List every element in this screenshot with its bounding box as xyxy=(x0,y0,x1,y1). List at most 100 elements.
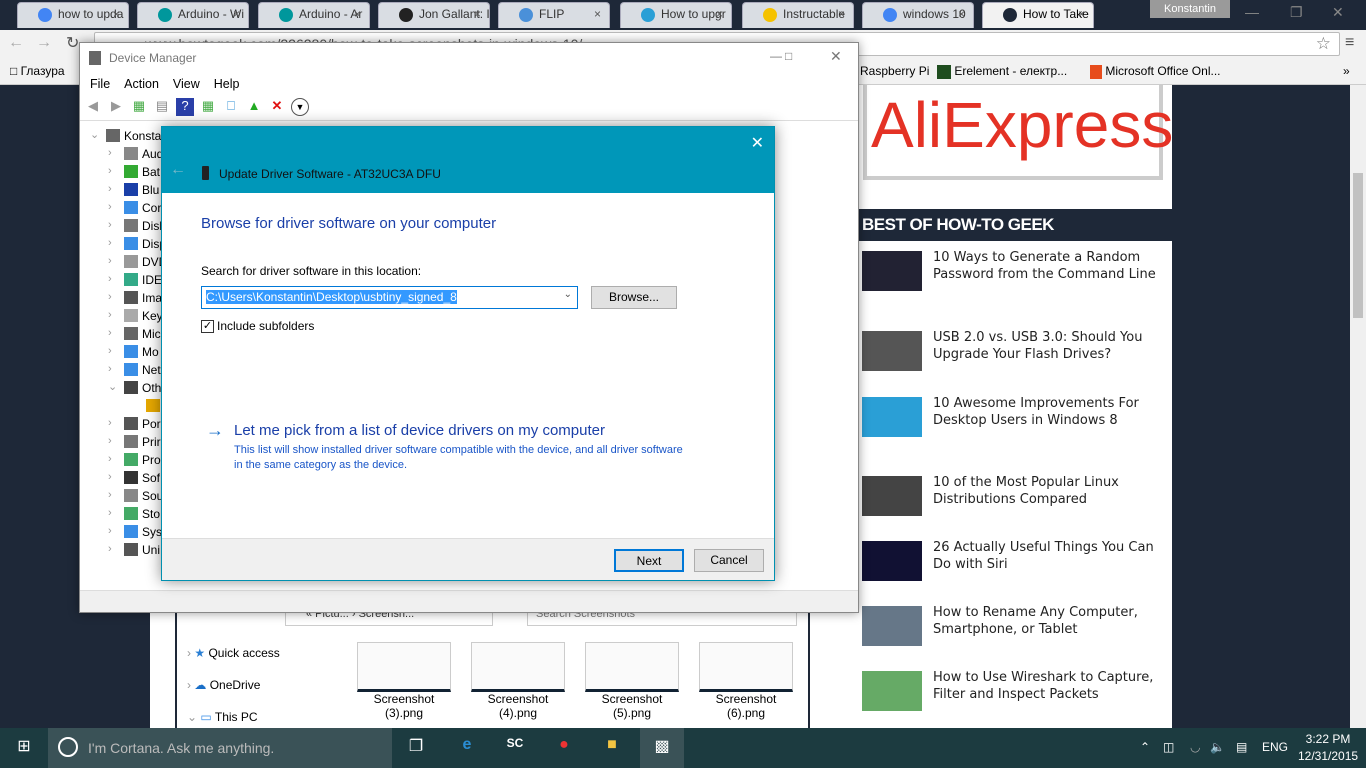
browser-tab[interactable]: Instructable× xyxy=(742,2,854,28)
chevron-right-icon[interactable]: › xyxy=(108,165,112,177)
properties-icon[interactable]: ▤ xyxy=(153,98,171,116)
menu-help[interactable]: Help xyxy=(214,77,240,91)
browser-tab[interactable]: How to Take× xyxy=(982,2,1094,28)
article-thumbnail[interactable] xyxy=(862,251,922,291)
browser-tab[interactable]: windows 10× xyxy=(862,2,974,28)
back-arrow-icon[interactable]: ← xyxy=(170,161,186,179)
close-icon[interactable]: ✕ xyxy=(830,48,842,65)
browser-tab[interactable]: How to upgr× xyxy=(620,2,732,28)
uninstall-icon[interactable]: ✕ xyxy=(268,98,286,116)
chevron-right-icon[interactable]: › xyxy=(108,201,112,213)
browser-tab[interactable]: Arduino - Wi× xyxy=(137,2,249,28)
nav-onedrive[interactable]: › ☁ OneDrive xyxy=(187,678,260,692)
tab-close-icon[interactable]: × xyxy=(113,7,120,21)
file-explorer-icon[interactable]: ■ xyxy=(600,736,624,760)
file-item[interactable]: Screenshot(5).png xyxy=(585,642,679,720)
article-thumbnail[interactable] xyxy=(862,331,922,371)
chevron-right-icon[interactable]: › xyxy=(108,345,112,357)
close-icon[interactable]: ✕ xyxy=(751,133,764,153)
file-item[interactable]: Screenshot(3).png xyxy=(357,642,451,720)
chevron-right-icon[interactable]: › xyxy=(108,291,112,303)
chrome-icon[interactable]: ● xyxy=(552,736,576,760)
chevron-right-icon[interactable]: › xyxy=(108,147,112,159)
task-view-icon[interactable]: ❐ xyxy=(404,736,428,760)
volume-icon[interactable]: 🔈 xyxy=(1210,740,1225,754)
wifi-icon[interactable]: ◡ xyxy=(1190,740,1200,754)
chevron-right-icon[interactable]: › xyxy=(108,417,112,429)
tab-close-icon[interactable]: × xyxy=(354,7,361,21)
dialog-header[interactable]: ← Update Driver Software - AT32UC3A DFU … xyxy=(162,127,774,193)
next-button[interactable]: Next xyxy=(614,549,684,572)
chevron-right-icon[interactable]: › xyxy=(108,435,112,447)
tab-close-icon[interactable]: × xyxy=(838,7,845,21)
chevron-right-icon[interactable]: › xyxy=(108,543,112,555)
disable-icon[interactable]: ▼ xyxy=(291,98,309,116)
chevron-right-icon[interactable]: › xyxy=(108,363,112,375)
forward-icon[interactable]: → xyxy=(36,34,52,52)
help-icon[interactable]: ? xyxy=(176,98,194,116)
device-manager-taskbar-icon[interactable]: ▩ xyxy=(640,728,684,768)
language-indicator[interactable]: ENG xyxy=(1262,740,1288,754)
title-bar[interactable]: Device Manager — □ ✕ xyxy=(80,43,858,73)
more-bookmarks[interactable]: » xyxy=(1343,64,1350,78)
chevron-right-icon[interactable]: › xyxy=(108,255,112,267)
back-icon[interactable]: ◀ xyxy=(84,98,102,116)
browser-tab[interactable]: Arduino - Ar× xyxy=(258,2,370,28)
show-hidden-icons[interactable]: ⌃ xyxy=(1140,740,1150,754)
include-subfolders-label[interactable]: Include subfolders xyxy=(217,319,314,333)
file-item[interactable]: Screenshot(4).png xyxy=(471,642,565,720)
action-pane-icon[interactable]: ▦ xyxy=(199,98,217,116)
chevron-right-icon[interactable]: › xyxy=(108,489,112,501)
menu-action[interactable]: Action xyxy=(124,77,159,91)
chevron-down-icon[interactable]: ⌄ xyxy=(564,289,572,300)
show-hide-console-tree-icon[interactable]: ▦ xyxy=(130,98,148,116)
include-subfolders-checkbox[interactable]: ✓ xyxy=(201,320,214,333)
scan-hardware-icon[interactable]: ⎕ xyxy=(222,98,240,116)
article-thumbnail[interactable] xyxy=(862,541,922,581)
tab-close-icon[interactable]: × xyxy=(594,7,601,21)
article-thumbnail[interactable] xyxy=(862,606,922,646)
tab-close-icon[interactable]: × xyxy=(1078,7,1085,21)
cortana-search[interactable]: I'm Cortana. Ask me anything. xyxy=(48,728,392,768)
profile-button[interactable]: Konstantin xyxy=(1150,0,1230,18)
article-thumbnail[interactable] xyxy=(862,397,922,437)
tab-close-icon[interactable]: × xyxy=(233,7,240,21)
reload-icon[interactable]: ↻ xyxy=(66,33,79,53)
chevron-right-icon[interactable]: › xyxy=(108,507,112,519)
bookmark-office[interactable]: Microsoft Office Onl... xyxy=(1090,64,1221,79)
aliexpress-ad[interactable]: AliExpress xyxy=(863,85,1163,180)
close-icon[interactable]: ✕ xyxy=(1332,4,1344,21)
clock[interactable]: 3:22 PM12/31/2015 xyxy=(1298,731,1358,765)
bookmark-raspberry-pi[interactable]: Raspberry Pi xyxy=(860,64,929,78)
restore-icon[interactable]: ❐ xyxy=(1290,4,1303,21)
chevron-down-icon[interactable]: ⌄ xyxy=(90,128,99,141)
back-icon[interactable]: ← xyxy=(8,34,24,52)
bookmark-glazura[interactable]: □ Глазура xyxy=(10,64,65,78)
bookmark-star-icon[interactable]: ☆ xyxy=(1316,34,1331,54)
location-combobox[interactable]: C:\Users\Konstantin\Desktop\usbtiny_sign… xyxy=(201,286,578,309)
file-item[interactable]: Screenshot(6).png xyxy=(699,642,793,720)
chevron-right-icon[interactable]: › xyxy=(108,183,112,195)
menu-file[interactable]: File xyxy=(90,77,110,91)
forward-icon[interactable]: ▶ xyxy=(107,98,125,116)
chevron-right-icon[interactable]: › xyxy=(108,471,112,483)
pick-from-list-link[interactable]: Let me pick from a list of device driver… xyxy=(234,422,605,439)
tab-close-icon[interactable]: × xyxy=(474,7,481,21)
minimize-icon[interactable]: — xyxy=(770,49,782,63)
chevron-right-icon[interactable]: › xyxy=(108,237,112,249)
page-scrollbar[interactable] xyxy=(1350,85,1366,728)
chevron-right-icon[interactable]: › xyxy=(108,327,112,339)
menu-icon[interactable]: ≡ xyxy=(1345,34,1354,52)
tab-close-icon[interactable]: × xyxy=(716,7,723,21)
maximize-icon[interactable]: □ xyxy=(785,49,792,63)
action-center-icon[interactable]: ▤ xyxy=(1236,740,1247,754)
start-windows-icon[interactable]: ⊞ xyxy=(12,736,36,760)
bookmark-erelement[interactable]: Erelement - електр... xyxy=(937,64,1067,79)
chevron-down-icon[interactable]: ⌄ xyxy=(108,380,117,393)
browser-tab[interactable]: how to upda× xyxy=(17,2,129,28)
nav-quick-access[interactable]: › ★ Quick access xyxy=(187,646,280,660)
tab-close-icon[interactable]: × xyxy=(958,7,965,21)
chevron-right-icon[interactable]: › xyxy=(108,309,112,321)
power-icon[interactable]: ◫ xyxy=(1163,740,1174,754)
article-thumbnail[interactable] xyxy=(862,476,922,516)
